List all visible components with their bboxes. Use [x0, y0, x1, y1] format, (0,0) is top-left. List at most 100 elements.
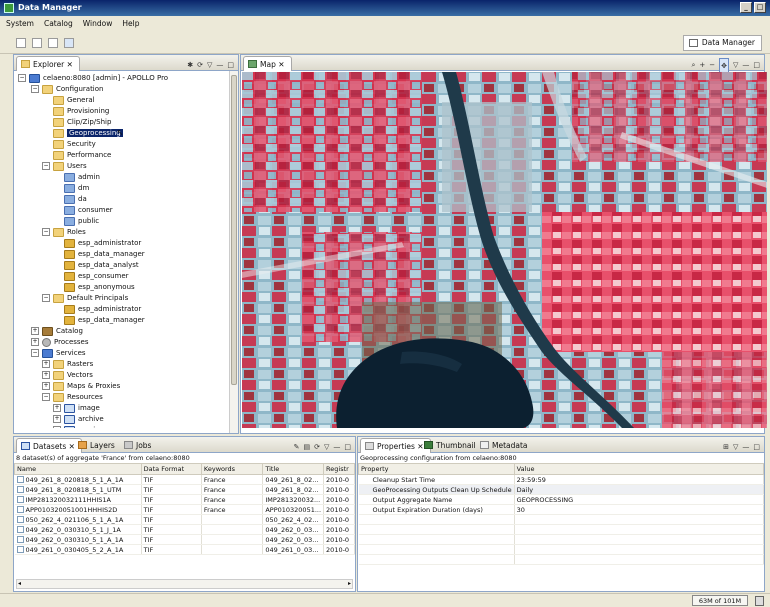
- scroll-left-icon[interactable]: ◂: [18, 580, 21, 587]
- tree-node-user-da[interactable]: da: [64, 194, 87, 204]
- satellite-map[interactable]: [242, 72, 767, 428]
- explorer-scroll-thumb[interactable]: [231, 75, 237, 385]
- new-icon[interactable]: [16, 38, 26, 48]
- tree-node-vectors[interactable]: + Vectors: [42, 370, 93, 380]
- minimize-view-icon[interactable]: —: [742, 440, 749, 455]
- refresh-icon[interactable]: ⟳: [314, 440, 320, 455]
- edit-icon[interactable]: ✎: [294, 440, 300, 455]
- folder-icon: [53, 117, 64, 127]
- garbage-collect-icon[interactable]: [755, 596, 764, 606]
- maximize-view-icon[interactable]: □: [344, 440, 351, 455]
- minimize-view-icon[interactable]: —: [333, 440, 340, 455]
- tree-node-roles[interactable]: − Roles: [42, 227, 86, 237]
- folder-icon: [53, 381, 64, 391]
- tree-node-movie[interactable]: −movie: [53, 425, 100, 428]
- view-menu-icon[interactable]: ▽: [324, 440, 329, 455]
- datasets-hscrollbar[interactable]: ◂ ▸: [16, 579, 353, 589]
- table-row[interactable]: 049_261_8_020818_5_1_UTM TIF France 049_261…: [14, 484, 355, 495]
- tab-map[interactable]: Map ✕: [243, 56, 292, 71]
- checkbox[interactable]: [16, 526, 24, 533]
- tree-node-geoprocessing[interactable]: Geoprocessing↖: [53, 128, 123, 138]
- tree-node-user-public[interactable]: public: [64, 216, 99, 226]
- tree-node-general[interactable]: General: [53, 95, 95, 105]
- table-row[interactable]: 049_262_0_030310_5_1_J_1A TIF 049_262_0_03…: [14, 524, 355, 535]
- tab-explorer[interactable]: Explorer ✕: [16, 56, 80, 71]
- table-row[interactable]: 049_261_0_030405_5_2_A_1A TIF 049_261_0_03…: [14, 544, 355, 555]
- column-header[interactable]: Data Format: [140, 463, 202, 475]
- copy-icon[interactable]: [48, 38, 58, 48]
- tree-node-rasters[interactable]: + Rasters: [42, 359, 93, 369]
- scroll-right-icon[interactable]: ▸: [348, 580, 351, 587]
- column-header[interactable]: Name: [14, 463, 142, 475]
- column-header[interactable]: Value: [513, 463, 765, 475]
- checkbox[interactable]: [16, 506, 24, 513]
- tree-node-users[interactable]: − Users: [42, 161, 87, 171]
- tree-node-clipzipship[interactable]: Clip/Zip/Ship: [53, 117, 111, 127]
- maximize-view-icon[interactable]: □: [753, 440, 760, 455]
- tree-node-principal[interactable]: esp_data_manager: [64, 315, 145, 325]
- table-row[interactable]: APP010320051001HHHIS2D TIF France APP010320…: [14, 504, 355, 515]
- tree-node-configuration[interactable]: − Configuration: [31, 84, 103, 94]
- explorer-scrollbar[interactable]: [229, 71, 238, 433]
- tree-node-maps-proxies[interactable]: + Maps & Proxies: [42, 381, 120, 391]
- table-row[interactable]: 050_262_4_021106_5_1_A_1A TIF 050_262_4_02…: [14, 514, 355, 525]
- tab-metadata[interactable]: Metadata: [476, 438, 534, 453]
- tab-jobs[interactable]: Jobs: [120, 438, 157, 453]
- column-header[interactable]: Registr: [323, 463, 355, 475]
- checkbox[interactable]: [16, 486, 24, 493]
- checkbox[interactable]: [16, 546, 24, 553]
- tab-datasets[interactable]: Datasets ✕: [16, 438, 82, 453]
- menu-window[interactable]: Window: [83, 16, 113, 32]
- tree-node-role[interactable]: esp_anonymous: [64, 282, 135, 292]
- tree-node-default-principals[interactable]: − Default Principals: [42, 293, 128, 303]
- tab-thumbnail[interactable]: Thumbnail: [420, 438, 482, 453]
- refresh-icon[interactable]: [64, 38, 74, 48]
- tree-node-user-dm[interactable]: dm: [64, 183, 89, 193]
- table-row[interactable]: 049_261_8_020818_5_1_A_1A TIF France 049_26…: [14, 474, 355, 485]
- column-header[interactable]: Title: [262, 463, 325, 475]
- perspective-button[interactable]: Data Manager: [682, 35, 762, 51]
- tree-node-server[interactable]: − celaeno:8080 [admin] - APOLLO Pro: [18, 73, 168, 83]
- monitor-icon: [64, 414, 75, 424]
- checkbox[interactable]: [16, 496, 24, 503]
- table-row[interactable]: Output Aggregate Name GEOPROCESSING: [358, 494, 765, 505]
- tree-node-services[interactable]: − Services: [31, 348, 86, 358]
- user-icon: [64, 216, 75, 226]
- checkbox[interactable]: [16, 516, 24, 523]
- tree-node-user-admin[interactable]: admin: [64, 172, 100, 182]
- checkbox[interactable]: [16, 536, 24, 543]
- tree-node-archive[interactable]: + archive: [53, 414, 104, 424]
- menu-catalog[interactable]: Catalog: [44, 16, 73, 32]
- table-row[interactable]: Cleanup Start Time 23:59:59: [358, 474, 765, 485]
- tree-node-user-consumer[interactable]: consumer: [64, 205, 113, 215]
- tree-node-image[interactable]: + image: [53, 403, 100, 413]
- menu-system[interactable]: System: [6, 16, 34, 32]
- table-row[interactable]: Output Expiration Duration (days) 30: [358, 504, 765, 515]
- column-header[interactable]: Property: [358, 463, 515, 475]
- export-icon[interactable]: ▤: [303, 440, 310, 455]
- menu-help[interactable]: Help: [122, 16, 139, 32]
- view-menu-icon[interactable]: ▽: [733, 440, 738, 455]
- tree-node-resources[interactable]: − Resources: [42, 392, 103, 402]
- table-row[interactable]: IMP281320032111HHIS1A TIF France IMP2813200…: [14, 494, 355, 505]
- minimize-button[interactable]: _: [740, 2, 752, 13]
- tree-node-security[interactable]: Security: [53, 139, 96, 149]
- checkbox[interactable]: [16, 476, 24, 483]
- table-row[interactable]: 049_262_0_030310_5_1_A_1A TIF 049_262_0_03…: [14, 534, 355, 545]
- table-row[interactable]: GeoProcessing Outputs Clean Up Schedule D…: [358, 484, 765, 495]
- tree-node-processes[interactable]: + Processes: [31, 337, 89, 347]
- tree-node-role[interactable]: esp_administrator: [64, 238, 141, 248]
- categories-icon[interactable]: ⊞: [723, 440, 729, 455]
- maximize-button[interactable]: □: [754, 2, 766, 13]
- column-header[interactable]: Keywords: [200, 463, 264, 475]
- tree-node-role[interactable]: esp_data_manager: [64, 249, 145, 259]
- tree-node-role[interactable]: esp_consumer: [64, 271, 129, 281]
- save-icon[interactable]: [32, 38, 42, 48]
- memory-indicator[interactable]: 63M of 101M: [692, 595, 748, 606]
- tree-node-principal[interactable]: esp_administrator: [64, 304, 141, 314]
- tree-node-catalog[interactable]: + Catalog: [31, 326, 83, 336]
- tab-layers[interactable]: Layers: [74, 438, 121, 453]
- tree-node-role[interactable]: esp_data_analyst: [64, 260, 139, 270]
- tree-node-provisioning[interactable]: Provisioning: [53, 106, 109, 116]
- tree-node-performance[interactable]: Performance: [53, 150, 111, 160]
